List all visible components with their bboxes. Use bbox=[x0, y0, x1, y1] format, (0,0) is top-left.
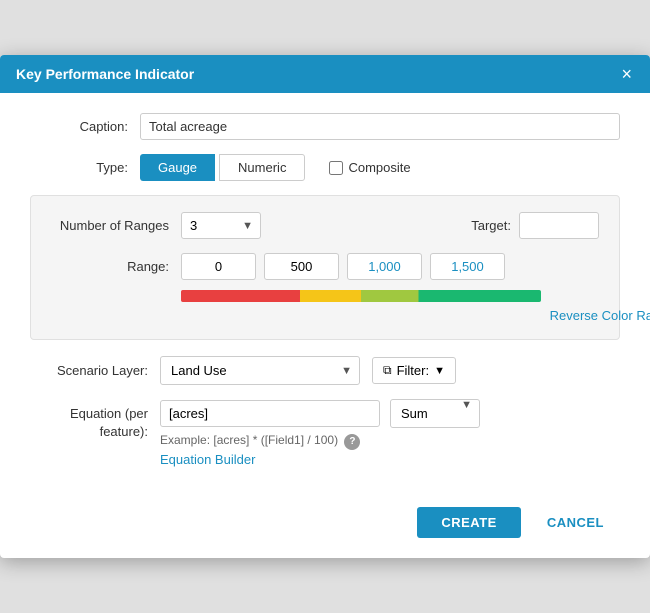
range-label: Range: bbox=[51, 259, 181, 274]
kpi-dialog: Key Performance Indicator × Caption: Typ… bbox=[0, 55, 650, 558]
filter-arrow-icon: ▼ bbox=[434, 365, 445, 377]
composite-checkbox[interactable] bbox=[329, 161, 343, 175]
target-group: Target: bbox=[471, 212, 599, 239]
create-button[interactable]: CREATE bbox=[417, 507, 520, 538]
layer-select-wrapper: Land Use ▼ bbox=[160, 356, 360, 385]
close-button[interactable]: × bbox=[619, 65, 634, 83]
equation-top: Sum Average Count ▼ bbox=[160, 399, 620, 428]
caption-row: Caption: bbox=[30, 113, 620, 140]
filter-button[interactable]: ⧉ Filter: ▼ bbox=[372, 357, 456, 384]
range-input-3[interactable] bbox=[430, 253, 505, 280]
color-ramp bbox=[181, 290, 541, 302]
filter-label: Filter: bbox=[397, 363, 430, 378]
range-row: Range: bbox=[51, 253, 599, 280]
equation-input[interactable] bbox=[160, 400, 380, 427]
equation-label: Equation (per feature): bbox=[30, 399, 160, 441]
example-label: Example: [acres] * ([Field1] / 100) bbox=[160, 433, 338, 447]
cancel-button[interactable]: CANCEL bbox=[531, 507, 620, 538]
scenario-layer-select[interactable]: Land Use bbox=[160, 356, 360, 385]
dialog-title: Key Performance Indicator bbox=[16, 66, 194, 82]
composite-option[interactable]: Composite bbox=[329, 160, 410, 175]
type-row: Type: Gauge Numeric Composite bbox=[30, 154, 620, 181]
num-ranges-row: Number of Ranges 3 2 4 5 ▼ Target: bbox=[51, 212, 599, 239]
type-options: Gauge Numeric Composite bbox=[140, 154, 411, 181]
example-text: Example: [acres] * ([Field1] / 100) ? bbox=[160, 433, 620, 450]
dialog-body: Caption: Type: Gauge Numeric Composite N… bbox=[0, 93, 650, 491]
sum-select[interactable]: Sum Average Count bbox=[390, 399, 480, 428]
scenario-layer-row: Scenario Layer: Land Use ▼ ⧉ Filter: ▼ bbox=[30, 356, 620, 385]
gauge-button[interactable]: Gauge bbox=[140, 154, 215, 181]
filter-stack-icon: ⧉ bbox=[383, 363, 392, 378]
caption-label: Caption: bbox=[30, 119, 140, 134]
equation-row: Equation (per feature): Sum Average Coun… bbox=[30, 399, 620, 467]
range-inputs bbox=[181, 253, 505, 280]
equation-right: Sum Average Count ▼ Example: [acres] * (… bbox=[160, 399, 620, 467]
composite-label-text: Composite bbox=[348, 160, 410, 175]
equation-builder-link[interactable]: Equation Builder bbox=[160, 452, 620, 467]
ranges-section: Number of Ranges 3 2 4 5 ▼ Target: bbox=[30, 195, 620, 340]
help-icon[interactable]: ? bbox=[344, 434, 360, 450]
num-ranges-select[interactable]: 3 2 4 5 bbox=[181, 212, 261, 239]
dialog-footer: CREATE CANCEL bbox=[0, 491, 650, 558]
num-ranges-label: Number of Ranges bbox=[51, 218, 181, 233]
target-input[interactable] bbox=[519, 212, 599, 239]
num-ranges-select-wrapper: 3 2 4 5 ▼ bbox=[181, 212, 261, 239]
range-input-0[interactable] bbox=[181, 253, 256, 280]
range-input-2[interactable] bbox=[347, 253, 422, 280]
reverse-color-ramp-link[interactable]: Reverse Color Ramp bbox=[181, 308, 650, 323]
type-label: Type: bbox=[30, 160, 140, 175]
range-input-1[interactable] bbox=[264, 253, 339, 280]
target-label: Target: bbox=[471, 218, 511, 233]
numeric-button[interactable]: Numeric bbox=[219, 154, 305, 181]
color-ramp-container bbox=[181, 290, 599, 302]
dialog-header: Key Performance Indicator × bbox=[0, 55, 650, 93]
scenario-layer-label: Scenario Layer: bbox=[30, 363, 160, 378]
sum-select-wrapper: Sum Average Count ▼ bbox=[390, 399, 480, 428]
caption-input[interactable] bbox=[140, 113, 620, 140]
